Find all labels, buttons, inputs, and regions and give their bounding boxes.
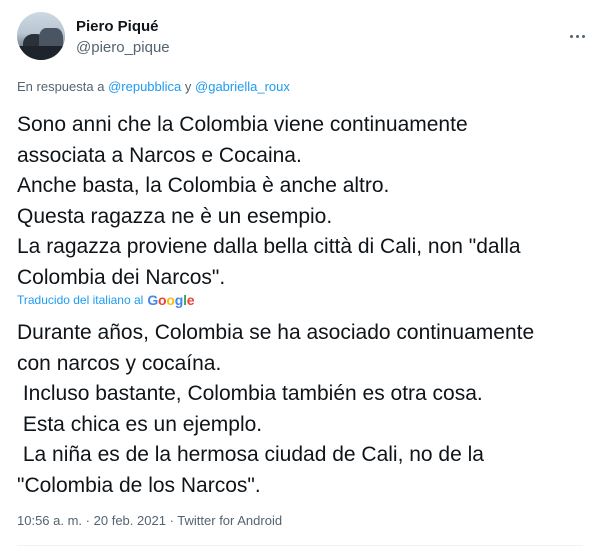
translated-text-line: Durante años, Colombia se ha asociado co… [17,321,535,344]
meta-separator: · [169,513,174,528]
translated-text-line: Esta chica es un ejemplo. [17,412,263,436]
translated-text-line: Incluso bastante, Colombia también es ot… [17,382,483,405]
avatar-ground [17,46,65,60]
translated-text-line: La niña es de la hermosa ciudad de Cali,… [17,443,484,466]
tweet-header: Piero Piqué @piero_pique [17,12,600,64]
tweet-source[interactable]: Twitter for Android [177,513,282,528]
tweet-text-line: Questa ragazza ne è un esempio. [17,204,333,228]
google-logo: Google [147,292,195,308]
tweet-time[interactable]: 10:56 a. m. [17,513,82,528]
more-horizontal-icon-dot [575,34,579,38]
tweet-text-line: Sono anni che la Colombia viene continua… [17,113,468,136]
translation-attribution[interactable]: Traducido del italiano al Google [17,292,195,308]
reply-context: En respuesta a @repubblica y @gabriella_… [17,79,290,94]
author-name[interactable]: Piero Piqué [76,18,159,35]
tweet-text: Sono anni che la Colombia viene continua… [17,110,592,293]
tweet-text-line: Colombia dei Narcos". [17,265,226,289]
reply-conjunction: y [184,79,192,94]
more-options-button[interactable] [565,24,589,48]
translated-text: Durante años, Colombia se ha asociado co… [17,318,592,501]
tweet-text-line: Anche basta, la Colombia è anche altro. [17,174,390,197]
tweet-text-line: La ragazza proviene dalla bella città di… [17,235,521,258]
more-horizontal-icon-dot [581,34,585,38]
more-horizontal-icon [569,34,573,38]
meta-separator: · [85,513,91,528]
reply-prefix: En respuesta a [17,79,105,94]
tweet: Piero Piqué @piero_pique En respuesta a … [0,0,600,557]
translation-label: Traducido del italiano al [17,293,144,307]
tweet-text-line: associata a Narcos e Cocaina. [17,143,302,167]
tweet-date[interactable]: 20 feb. 2021 [94,513,166,528]
author-handle[interactable]: @piero_pique [76,39,170,56]
tweet-metadata: 10:56 a. m. · 20 feb. 2021 · Twitter for… [17,513,282,528]
mention-link-gabriella-roux[interactable]: @gabriella_roux [195,79,290,94]
translated-text-line: con narcos y cocaína. [17,351,222,375]
avatar[interactable] [17,12,65,60]
divider [17,545,583,546]
mention-link-repubblica[interactable]: @repubblica [108,79,181,94]
translated-text-line: "Colombia de los Narcos". [17,473,261,497]
